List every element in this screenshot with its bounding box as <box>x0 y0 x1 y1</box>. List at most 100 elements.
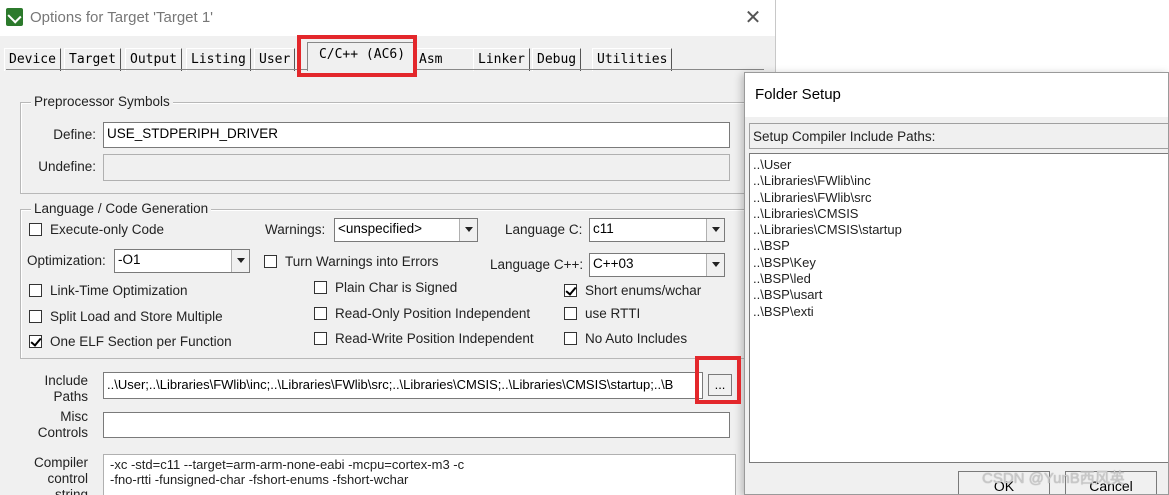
list-item[interactable]: ..\BSP\exti <box>753 304 1168 320</box>
chevron-down-icon <box>706 219 724 241</box>
warnings-label: Warnings: <box>265 222 326 237</box>
language-cpp-value: C++03 <box>593 256 634 271</box>
include-paths-label: Include Paths <box>20 373 88 405</box>
read-only-checkbox[interactable]: Read-Only Position Independent <box>314 306 530 321</box>
keil-app-icon <box>6 8 23 26</box>
misc-label-line1: Misc <box>60 409 88 424</box>
language-cpp-label: Language C++: <box>490 257 584 272</box>
language-c-label: Language C: <box>505 222 583 237</box>
folder-setup-titlebar: Folder Setup <box>745 73 1168 117</box>
misc-label-line2: Controls <box>37 425 88 440</box>
include-paths-label-line1: Include <box>44 373 88 388</box>
close-icon[interactable]: ✕ <box>741 6 765 30</box>
checkbox-box <box>29 223 42 236</box>
checkbox-box <box>314 307 327 320</box>
compiler-label-line3: string <box>54 487 88 495</box>
checkbox-box <box>314 281 327 294</box>
language-c-value: c11 <box>593 221 614 236</box>
chevron-down-icon <box>459 219 477 241</box>
optimization-value: -O1 <box>118 252 141 267</box>
split-load-label: Split Load and Store Multiple <box>50 309 223 324</box>
folder-setup-title: Folder Setup <box>755 86 841 103</box>
list-item[interactable]: ..\BSP <box>753 238 1168 254</box>
short-enums-checkbox[interactable]: Short enums/wchar <box>564 283 701 298</box>
options-title: Options for Target 'Target 1' <box>30 9 214 26</box>
tab-debug[interactable]: Debug <box>532 48 582 71</box>
optimization-select[interactable]: -O1 <box>114 249 250 273</box>
folder-setup-dialog: Folder Setup Setup Compiler Include Path… <box>744 72 1169 495</box>
preprocessor-title: Preprocessor Symbols <box>31 94 173 109</box>
turn-warnings-checkbox[interactable]: Turn Warnings into Errors <box>264 254 439 269</box>
use-rtti-checkbox[interactable]: use RTTI <box>564 306 640 321</box>
list-item[interactable]: ..\Libraries\FWlib\inc <box>753 173 1168 189</box>
checkbox-box <box>264 255 277 268</box>
chevron-down-icon <box>231 250 249 272</box>
list-item[interactable]: ..\Libraries\FWlib\src <box>753 190 1168 206</box>
watermark: CSDN @YunB西风英 <box>982 470 1125 487</box>
tab-target[interactable]: Target <box>64 48 121 71</box>
list-item[interactable]: ..\User <box>753 157 1168 173</box>
no-auto-includes-checkbox[interactable]: No Auto Includes <box>564 331 687 346</box>
compiler-control-label: Compiler control string <box>20 455 88 495</box>
language-c-select[interactable]: c11 <box>589 218 725 242</box>
warnings-select[interactable]: <unspecified> <box>334 218 478 242</box>
read-only-label: Read-Only Position Independent <box>335 306 531 321</box>
execute-only-checkbox[interactable]: Execute-only Code <box>29 222 164 237</box>
list-item[interactable]: ..\BSP\Key <box>753 255 1168 271</box>
compiler-control-line: -fno-rtti -funsigned-char -fshort-enums … <box>110 472 409 487</box>
list-item[interactable]: ..\Libraries\CMSIS <box>753 206 1168 222</box>
compiler-label-line1: Compiler <box>33 455 88 470</box>
define-label: Define: <box>53 127 96 142</box>
optimization-label: Optimization: <box>27 253 106 268</box>
tab-user[interactable]: User <box>254 48 296 71</box>
include-paths-input[interactable]: ..\User;..\Libraries\FWlib\inc;..\Librar… <box>103 372 703 399</box>
include-paths-list[interactable]: ..\User ..\Libraries\FWlib\inc ..\Librar… <box>749 153 1168 463</box>
plain-char-label: Plain Char is Signed <box>335 280 458 295</box>
include-paths-list-label: Setup Compiler Include Paths: <box>749 123 1168 149</box>
include-paths-label-line2: Paths <box>53 389 88 404</box>
tab-asm[interactable]: Asm <box>414 48 478 71</box>
read-write-checkbox[interactable]: Read-Write Position Independent <box>314 331 534 346</box>
turn-warnings-label: Turn Warnings into Errors <box>285 254 439 269</box>
compiler-control-line: -xc -std=c11 --target=arm-arm-none-eabi … <box>110 457 465 472</box>
define-input[interactable]: USE_STDPERIPH_DRIVER <box>103 122 730 148</box>
misc-controls-input[interactable] <box>103 412 730 438</box>
split-load-checkbox[interactable]: Split Load and Store Multiple <box>29 309 223 324</box>
tab-device[interactable]: Device <box>4 48 61 71</box>
list-item[interactable]: ..\Libraries\CMSIS\startup <box>753 222 1168 238</box>
misc-controls-label: Misc Controls <box>20 409 88 441</box>
compiler-label-line2: control <box>47 471 88 486</box>
checkbox-box <box>29 284 42 297</box>
one-elf-checkbox[interactable]: One ELF Section per Function <box>29 334 232 349</box>
tab-linker[interactable]: Linker <box>473 48 530 71</box>
list-item[interactable]: ..\BSP\led <box>753 271 1168 287</box>
language-cpp-select[interactable]: C++03 <box>589 253 725 277</box>
tab-listing[interactable]: Listing <box>186 48 251 71</box>
read-write-label: Read-Write Position Independent <box>335 331 534 346</box>
warnings-value: <unspecified> <box>338 221 423 236</box>
link-time-checkbox[interactable]: Link-Time Optimization <box>29 283 188 298</box>
checkbox-box <box>564 307 577 320</box>
list-item[interactable]: ..\BSP\usart <box>753 287 1168 303</box>
undefine-input[interactable] <box>103 154 730 181</box>
checkbox-box-checked <box>564 284 577 297</box>
plain-char-checkbox[interactable]: Plain Char is Signed <box>314 280 457 295</box>
tab-output[interactable]: Output <box>125 48 182 71</box>
compiler-control-string[interactable]: -xc -std=c11 --target=arm-arm-none-eabi … <box>103 454 736 495</box>
short-enums-label: Short enums/wchar <box>585 283 702 298</box>
options-titlebar: Options for Target 'Target 1' ✕ <box>0 0 775 36</box>
execute-only-label: Execute-only Code <box>50 222 165 237</box>
no-auto-includes-label: No Auto Includes <box>585 331 688 346</box>
undefine-label: Undefine: <box>38 159 96 174</box>
one-elf-label: One ELF Section per Function <box>50 334 232 349</box>
checkbox-box <box>29 310 42 323</box>
link-time-label: Link-Time Optimization <box>50 283 188 298</box>
tab-utilities[interactable]: Utilities <box>592 48 673 71</box>
browse-highlight-box <box>695 356 741 404</box>
use-rtti-label: use RTTI <box>585 306 641 321</box>
checkbox-box <box>314 332 327 345</box>
checkbox-box-checked <box>29 335 42 348</box>
options-dialog: Options for Target 'Target 1' ✕ Device T… <box>0 0 776 495</box>
chevron-down-icon <box>706 254 724 276</box>
checkbox-box <box>564 332 577 345</box>
